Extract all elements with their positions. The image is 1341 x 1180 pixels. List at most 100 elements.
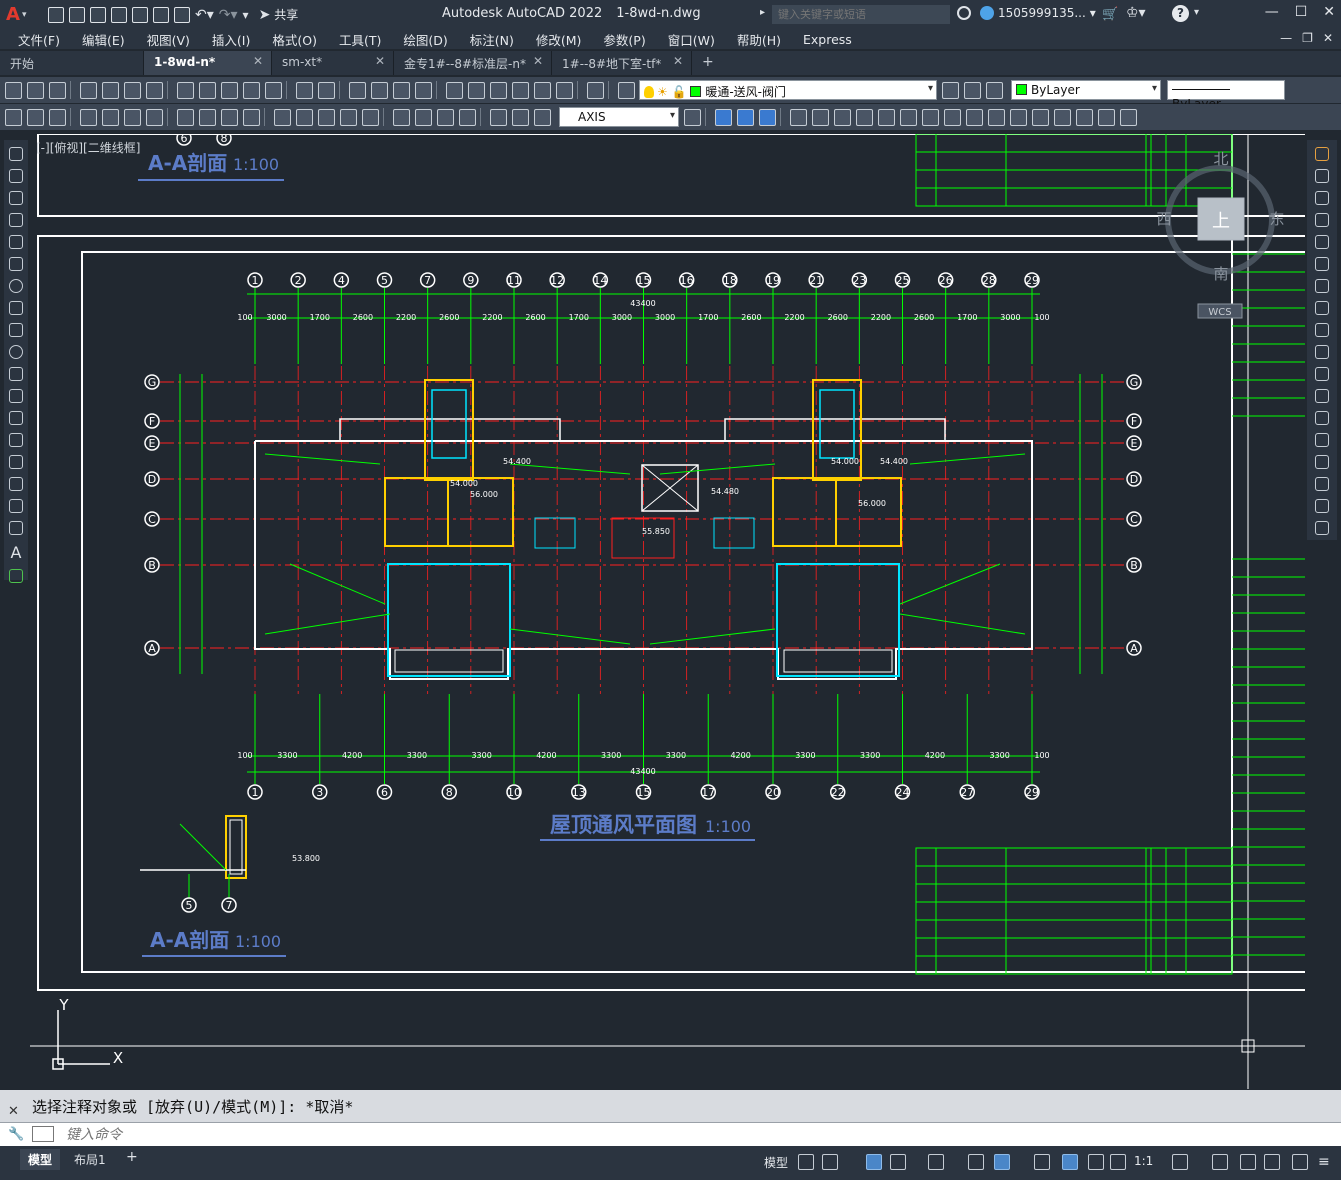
dimstyle-dropdown[interactable]: AXIS ▾ <box>559 107 679 127</box>
close-tab-icon[interactable]: ✕ <box>533 54 543 68</box>
dim-space-icon[interactable] <box>340 108 357 126</box>
ortho-icon[interactable] <box>866 1154 882 1170</box>
auto-scale-icon[interactable] <box>1088 1154 1104 1170</box>
scale-icon[interactable] <box>1315 301 1329 315</box>
copy-faces-icon[interactable] <box>1120 108 1137 126</box>
radius-icon[interactable] <box>177 108 194 126</box>
redo-icon[interactable] <box>318 81 335 99</box>
line-icon[interactable] <box>9 147 23 161</box>
menu-item-1[interactable]: 编辑(E) <box>82 30 125 49</box>
polygon-icon[interactable] <box>9 213 23 227</box>
polyline-icon[interactable] <box>9 191 23 205</box>
doc-restore-button[interactable]: ❐ <box>1302 31 1313 45</box>
clean-icon[interactable] <box>1010 108 1027 126</box>
linear-dim-icon[interactable] <box>80 108 97 126</box>
make-current-icon[interactable] <box>942 81 959 99</box>
gradient-icon[interactable] <box>9 477 23 491</box>
baseline-icon[interactable] <box>296 108 313 126</box>
mirror-icon[interactable] <box>1315 191 1329 205</box>
hatch-icon[interactable] <box>9 455 23 469</box>
match-properties-icon[interactable] <box>243 81 260 99</box>
mtext-icon[interactable]: A <box>4 543 28 562</box>
menu-item-8[interactable]: 修改(M) <box>536 30 582 49</box>
close-tab-icon[interactable]: ✕ <box>375 54 385 68</box>
dim-edit-icon[interactable] <box>490 108 507 126</box>
3d-print-icon[interactable] <box>146 81 163 99</box>
markup-icon[interactable] <box>534 81 551 99</box>
file-tab-4[interactable]: 1#--8#地下室-tf* ✕ <box>552 51 692 75</box>
copy-icon[interactable] <box>1315 169 1329 183</box>
share-button[interactable]: ➤ 共享 <box>259 6 299 23</box>
close-tab-icon[interactable]: ✕ <box>673 54 683 68</box>
menu-item-10[interactable]: 窗口(W) <box>668 30 715 49</box>
block-editor-icon[interactable] <box>265 81 282 99</box>
qnew-icon[interactable] <box>5 81 22 99</box>
continue-icon[interactable] <box>318 108 335 126</box>
break-at-point-icon[interactable] <box>1315 389 1329 403</box>
plot-preview-icon[interactable] <box>102 81 119 99</box>
break-icon[interactable] <box>1315 411 1329 425</box>
properties-icon[interactable] <box>446 81 463 99</box>
dim-text-edit-icon[interactable] <box>512 108 529 126</box>
command-input[interactable] <box>66 1126 666 1142</box>
region-icon[interactable] <box>9 499 23 513</box>
tool-palettes-icon[interactable] <box>490 81 507 99</box>
search-input[interactable] <box>772 5 950 24</box>
save-icon[interactable] <box>49 81 66 99</box>
search-icon[interactable] <box>957 6 971 20</box>
menu-item-4[interactable]: 格式(O) <box>272 30 317 49</box>
union-icon[interactable] <box>715 108 732 126</box>
annotation-monitor-icon[interactable] <box>1212 1154 1228 1170</box>
object-snap-tracking-icon[interactable] <box>968 1154 984 1170</box>
menu-item-0[interactable]: 文件(F) <box>18 30 60 49</box>
revolve-icon[interactable] <box>878 108 895 126</box>
menu-item-2[interactable]: 视图(V) <box>147 30 190 49</box>
jogged-linear-icon[interactable] <box>459 108 476 126</box>
save-web-icon[interactable] <box>153 6 169 23</box>
minimize-button[interactable]: — <box>1265 4 1279 20</box>
layout-tab-layout1[interactable]: 布局1 <box>66 1149 114 1170</box>
add-layout-icon[interactable]: + <box>126 1149 138 1165</box>
center-mark-icon[interactable] <box>415 108 432 126</box>
layout-tab-model[interactable]: 模型 <box>20 1149 61 1170</box>
arc-icon[interactable] <box>9 257 23 271</box>
chamfer-icon[interactable] <box>1315 455 1329 469</box>
layer-dropdown[interactable]: ☀ 🔓 暖通-送风-阀门 ▾ <box>639 80 937 100</box>
new-icon[interactable] <box>48 6 64 23</box>
rectangle-icon[interactable] <box>9 235 23 249</box>
plot-icon[interactable] <box>80 81 97 99</box>
ordinate-icon[interactable] <box>146 108 163 126</box>
help-icon[interactable] <box>587 81 604 99</box>
cut-icon[interactable] <box>177 81 194 99</box>
point-icon[interactable] <box>9 433 23 447</box>
viewport-controls[interactable]: [-][俯视][二维线框] <box>36 139 140 156</box>
quick-properties-icon[interactable] <box>1264 1154 1280 1170</box>
zoom-previous-icon[interactable] <box>415 81 432 99</box>
autocad-logo-icon[interactable]: A ▾ <box>6 4 34 26</box>
spline-icon[interactable] <box>9 323 23 337</box>
offset-faces-icon[interactable] <box>1076 108 1093 126</box>
menu-item-5[interactable]: 工具(T) <box>339 30 381 49</box>
save-icon[interactable] <box>90 6 106 23</box>
calculator-icon[interactable] <box>556 81 573 99</box>
menu-item-3[interactable]: 插入(I) <box>212 30 250 49</box>
layer-state-icon[interactable] <box>986 81 1003 99</box>
offset-icon[interactable] <box>1315 213 1329 227</box>
file-tab-0[interactable]: 开始 <box>0 51 144 75</box>
quick-dim-icon[interactable] <box>5 108 22 126</box>
arc-length-icon[interactable] <box>124 108 141 126</box>
zoom-window-icon[interactable] <box>393 81 410 99</box>
object-snap-icon[interactable] <box>994 1154 1010 1170</box>
color-faces-icon[interactable] <box>1098 108 1115 126</box>
cart-icon[interactable]: 🛒 <box>1102 7 1118 22</box>
close-command-icon[interactable]: ✕ <box>8 1104 19 1119</box>
maximize-button[interactable]: ☐ <box>1295 4 1308 20</box>
color-dropdown[interactable]: ByLayer ▾ <box>1011 80 1161 100</box>
separate-icon[interactable] <box>966 108 983 126</box>
units-icon[interactable] <box>1240 1154 1256 1170</box>
redo-icon[interactable]: ↷▾ <box>219 7 238 23</box>
circle-icon[interactable] <box>9 279 23 293</box>
table-icon[interactable] <box>9 521 23 535</box>
explode-icon[interactable] <box>1315 521 1329 535</box>
copy-icon[interactable] <box>199 81 216 99</box>
